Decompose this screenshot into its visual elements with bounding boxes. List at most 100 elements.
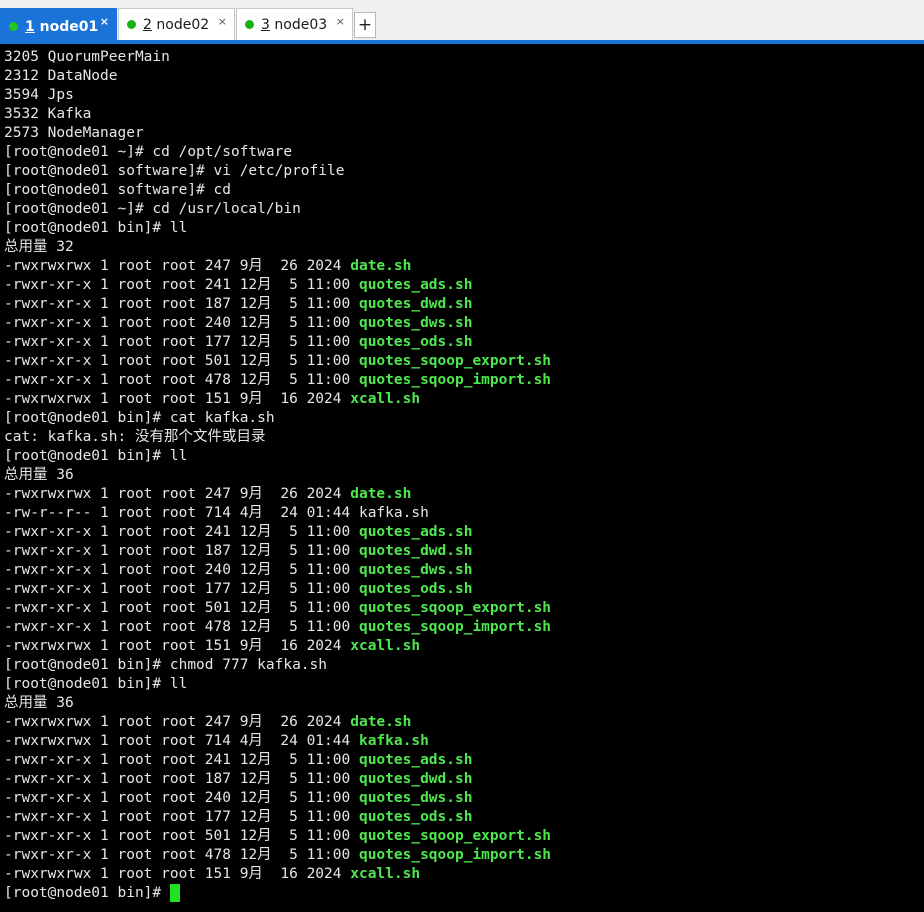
terminal-line: -rwxr-xr-x 1 root root 240 12月 5 11:00 q… (4, 561, 920, 580)
terminal-line: 总用量 36 (4, 466, 920, 485)
terminal-line: 2573 NodeManager (4, 124, 920, 143)
line-text: -rwxr-xr-x 1 root root 177 12月 5 11:00 (4, 334, 359, 350)
line-text: -rwxr-xr-x 1 root root 478 12月 5 11:00 (4, 372, 359, 388)
executable-filename: quotes_ods.sh (358, 581, 473, 597)
line-text: -rwxr-xr-x 1 root root 501 12月 5 11:00 (4, 353, 359, 369)
close-icon[interactable]: × (100, 16, 109, 27)
terminal-line: -rw-r--r-- 1 root root 714 4月 24 01:44 k… (4, 504, 920, 523)
close-icon[interactable]: × (218, 16, 227, 27)
line-text: 3205 QuorumPeerMain (4, 49, 170, 65)
executable-filename: xcall.sh (350, 391, 421, 407)
line-text: -rwxr-xr-x 1 root root 501 12月 5 11:00 (4, 600, 359, 616)
line-text: 总用量 36 (4, 695, 74, 711)
terminal-line: -rwxr-xr-x 1 root root 478 12月 5 11:00 q… (4, 618, 920, 637)
terminal-line: -rwxrwxrwx 1 root root 247 9月 26 2024 da… (4, 485, 920, 504)
prompt-line[interactable]: [root@node01 bin]# (4, 884, 920, 903)
close-icon[interactable]: × (336, 16, 345, 27)
terminal-line: [root@node01 ~]# cd /usr/local/bin (4, 200, 920, 219)
executable-filename: date.sh (350, 486, 412, 502)
line-text: -rwxr-xr-x 1 root root 187 12月 5 11:00 (4, 543, 359, 559)
shell-prompt: [root@node01 bin]# (4, 885, 170, 901)
terminal-line: 3532 Kafka (4, 105, 920, 124)
executable-filename: quotes_dwd.sh (358, 771, 473, 787)
terminal-line: 3205 QuorumPeerMain (4, 48, 920, 67)
terminal-line: [root@node01 bin]# ll (4, 219, 920, 238)
line-text: -rwxr-xr-x 1 root root 187 12月 5 11:00 (4, 771, 359, 787)
line-text: [root@node01 ~]# cd /opt/software (4, 144, 293, 160)
executable-filename: quotes_dws.sh (358, 790, 473, 806)
line-text: -rwxrwxrwx 1 root root 151 9月 16 2024 (4, 866, 351, 882)
tab-bar: 1 node01 × 2 node02 × 3 node03 × + (0, 0, 924, 44)
terminal-line: -rwxrwxrwx 1 root root 247 9月 26 2024 da… (4, 713, 920, 732)
line-text: -rwxr-xr-x 1 root root 478 12月 5 11:00 (4, 619, 359, 635)
executable-filename: xcall.sh (350, 638, 421, 654)
line-text: [root@node01 bin]# ll (4, 220, 188, 236)
terminal-line: -rwxr-xr-x 1 root root 501 12月 5 11:00 q… (4, 599, 920, 618)
line-text: [root@node01 ~]# cd /usr/local/bin (4, 201, 301, 217)
terminal-line: -rwxrwxrwx 1 root root 151 9月 16 2024 xc… (4, 865, 920, 884)
tab-label: 2 node02 (143, 16, 210, 33)
tab-label: 1 node01 (25, 18, 99, 35)
terminal-line: -rwxr-xr-x 1 root root 240 12月 5 11:00 q… (4, 314, 920, 333)
line-text: -rwxr-xr-x 1 root root 177 12月 5 11:00 (4, 809, 359, 825)
terminal-line: -rwxr-xr-x 1 root root 240 12月 5 11:00 q… (4, 789, 920, 808)
status-dot-icon (127, 20, 136, 29)
terminal-line: 2312 DataNode (4, 67, 920, 86)
executable-filename: kafka.sh (358, 733, 429, 749)
line-text: -rwxrwxrwx 1 root root 247 9月 26 2024 (4, 714, 351, 730)
executable-filename: quotes_dwd.sh (358, 543, 473, 559)
executable-filename: quotes_dws.sh (358, 315, 473, 331)
line-text: -rwxr-xr-x 1 root root 187 12月 5 11:00 (4, 296, 359, 312)
executable-filename: quotes_ads.sh (358, 752, 473, 768)
terminal-line: 总用量 32 (4, 238, 920, 257)
status-dot-icon (245, 20, 254, 29)
new-tab-button[interactable]: + (354, 12, 376, 38)
terminal-line: -rwxrwxrwx 1 root root 714 4月 24 01:44 k… (4, 732, 920, 751)
tab-node01[interactable]: 1 node01 × (0, 8, 117, 44)
tab-node02[interactable]: 2 node02 × (118, 8, 235, 40)
line-text: -rwxr-xr-x 1 root root 478 12月 5 11:00 (4, 847, 359, 863)
line-text: -rwxrwxrwx 1 root root 151 9月 16 2024 (4, 638, 351, 654)
line-text: -rwxrwxrwx 1 root root 714 4月 24 01:44 (4, 733, 359, 749)
executable-filename: quotes_sqoop_export.sh (358, 828, 552, 844)
line-text: -rwxr-xr-x 1 root root 240 12月 5 11:00 (4, 790, 359, 806)
terminal-line: 3594 Jps (4, 86, 920, 105)
terminal-line: -rwxr-xr-x 1 root root 241 12月 5 11:00 q… (4, 523, 920, 542)
line-text: 3594 Jps (4, 87, 74, 103)
line-text: -rwxr-xr-x 1 root root 240 12月 5 11:00 (4, 562, 359, 578)
terminal-line: -rwxr-xr-x 1 root root 501 12月 5 11:00 q… (4, 352, 920, 371)
line-text: 2312 DataNode (4, 68, 118, 84)
plus-icon: + (357, 15, 373, 35)
terminal-output[interactable]: 3205 QuorumPeerMain 2312 DataNode 3594 Jps… (4, 48, 920, 908)
line-text: -rwxrwxrwx 1 root root 151 9月 16 2024 (4, 391, 351, 407)
executable-filename: quotes_sqoop_import.sh (358, 847, 552, 863)
line-text: [root@node01 software]# cd (4, 182, 231, 198)
status-dot-icon (9, 22, 18, 31)
line-text: [root@node01 bin]# chmod 777 kafka.sh (4, 657, 328, 673)
line-text: 总用量 36 (4, 467, 74, 483)
line-text: -rwxr-xr-x 1 root root 177 12月 5 11:00 (4, 581, 359, 597)
terminal-line: -rwxrwxrwx 1 root root 151 9月 16 2024 xc… (4, 390, 920, 409)
terminal-line: -rwxr-xr-x 1 root root 501 12月 5 11:00 q… (4, 827, 920, 846)
terminal-line: [root@node01 software]# vi /etc/profile (4, 162, 920, 181)
terminal-line: -rwxrwxrwx 1 root root 151 9月 16 2024 xc… (4, 637, 920, 656)
executable-filename: xcall.sh (350, 866, 421, 882)
terminal-line: -rwxr-xr-x 1 root root 478 12月 5 11:00 q… (4, 371, 920, 390)
terminal-line: [root@node01 bin]# chmod 777 kafka.sh (4, 656, 920, 675)
line-text: 2573 NodeManager (4, 125, 144, 141)
terminal-line: -rwxrwxrwx 1 root root 247 9月 26 2024 da… (4, 257, 920, 276)
terminal-line: -rwxr-xr-x 1 root root 187 12月 5 11:00 q… (4, 542, 920, 561)
terminal-line: [root@node01 bin]# cat kafka.sh (4, 409, 920, 428)
tab-bar-underline (0, 40, 924, 44)
line-text: [root@node01 bin]# ll (4, 448, 188, 464)
terminal-line: -rwxr-xr-x 1 root root 177 12月 5 11:00 q… (4, 808, 920, 827)
executable-filename: quotes_ods.sh (358, 334, 473, 350)
line-text: -rw-r--r-- 1 root root 714 4月 24 01:44 k… (4, 505, 429, 521)
tab-node03[interactable]: 3 node03 × (236, 8, 353, 40)
terminal-line: 总用量 36 (4, 694, 920, 713)
line-text: cat: kafka.sh: 没有那个文件或目录 (4, 429, 266, 445)
executable-filename: quotes_dws.sh (358, 562, 473, 578)
line-text: [root@node01 bin]# ll (4, 676, 188, 692)
line-text: [root@node01 bin]# cat kafka.sh (4, 410, 275, 426)
terminal-line: -rwxr-xr-x 1 root root 187 12月 5 11:00 q… (4, 770, 920, 789)
